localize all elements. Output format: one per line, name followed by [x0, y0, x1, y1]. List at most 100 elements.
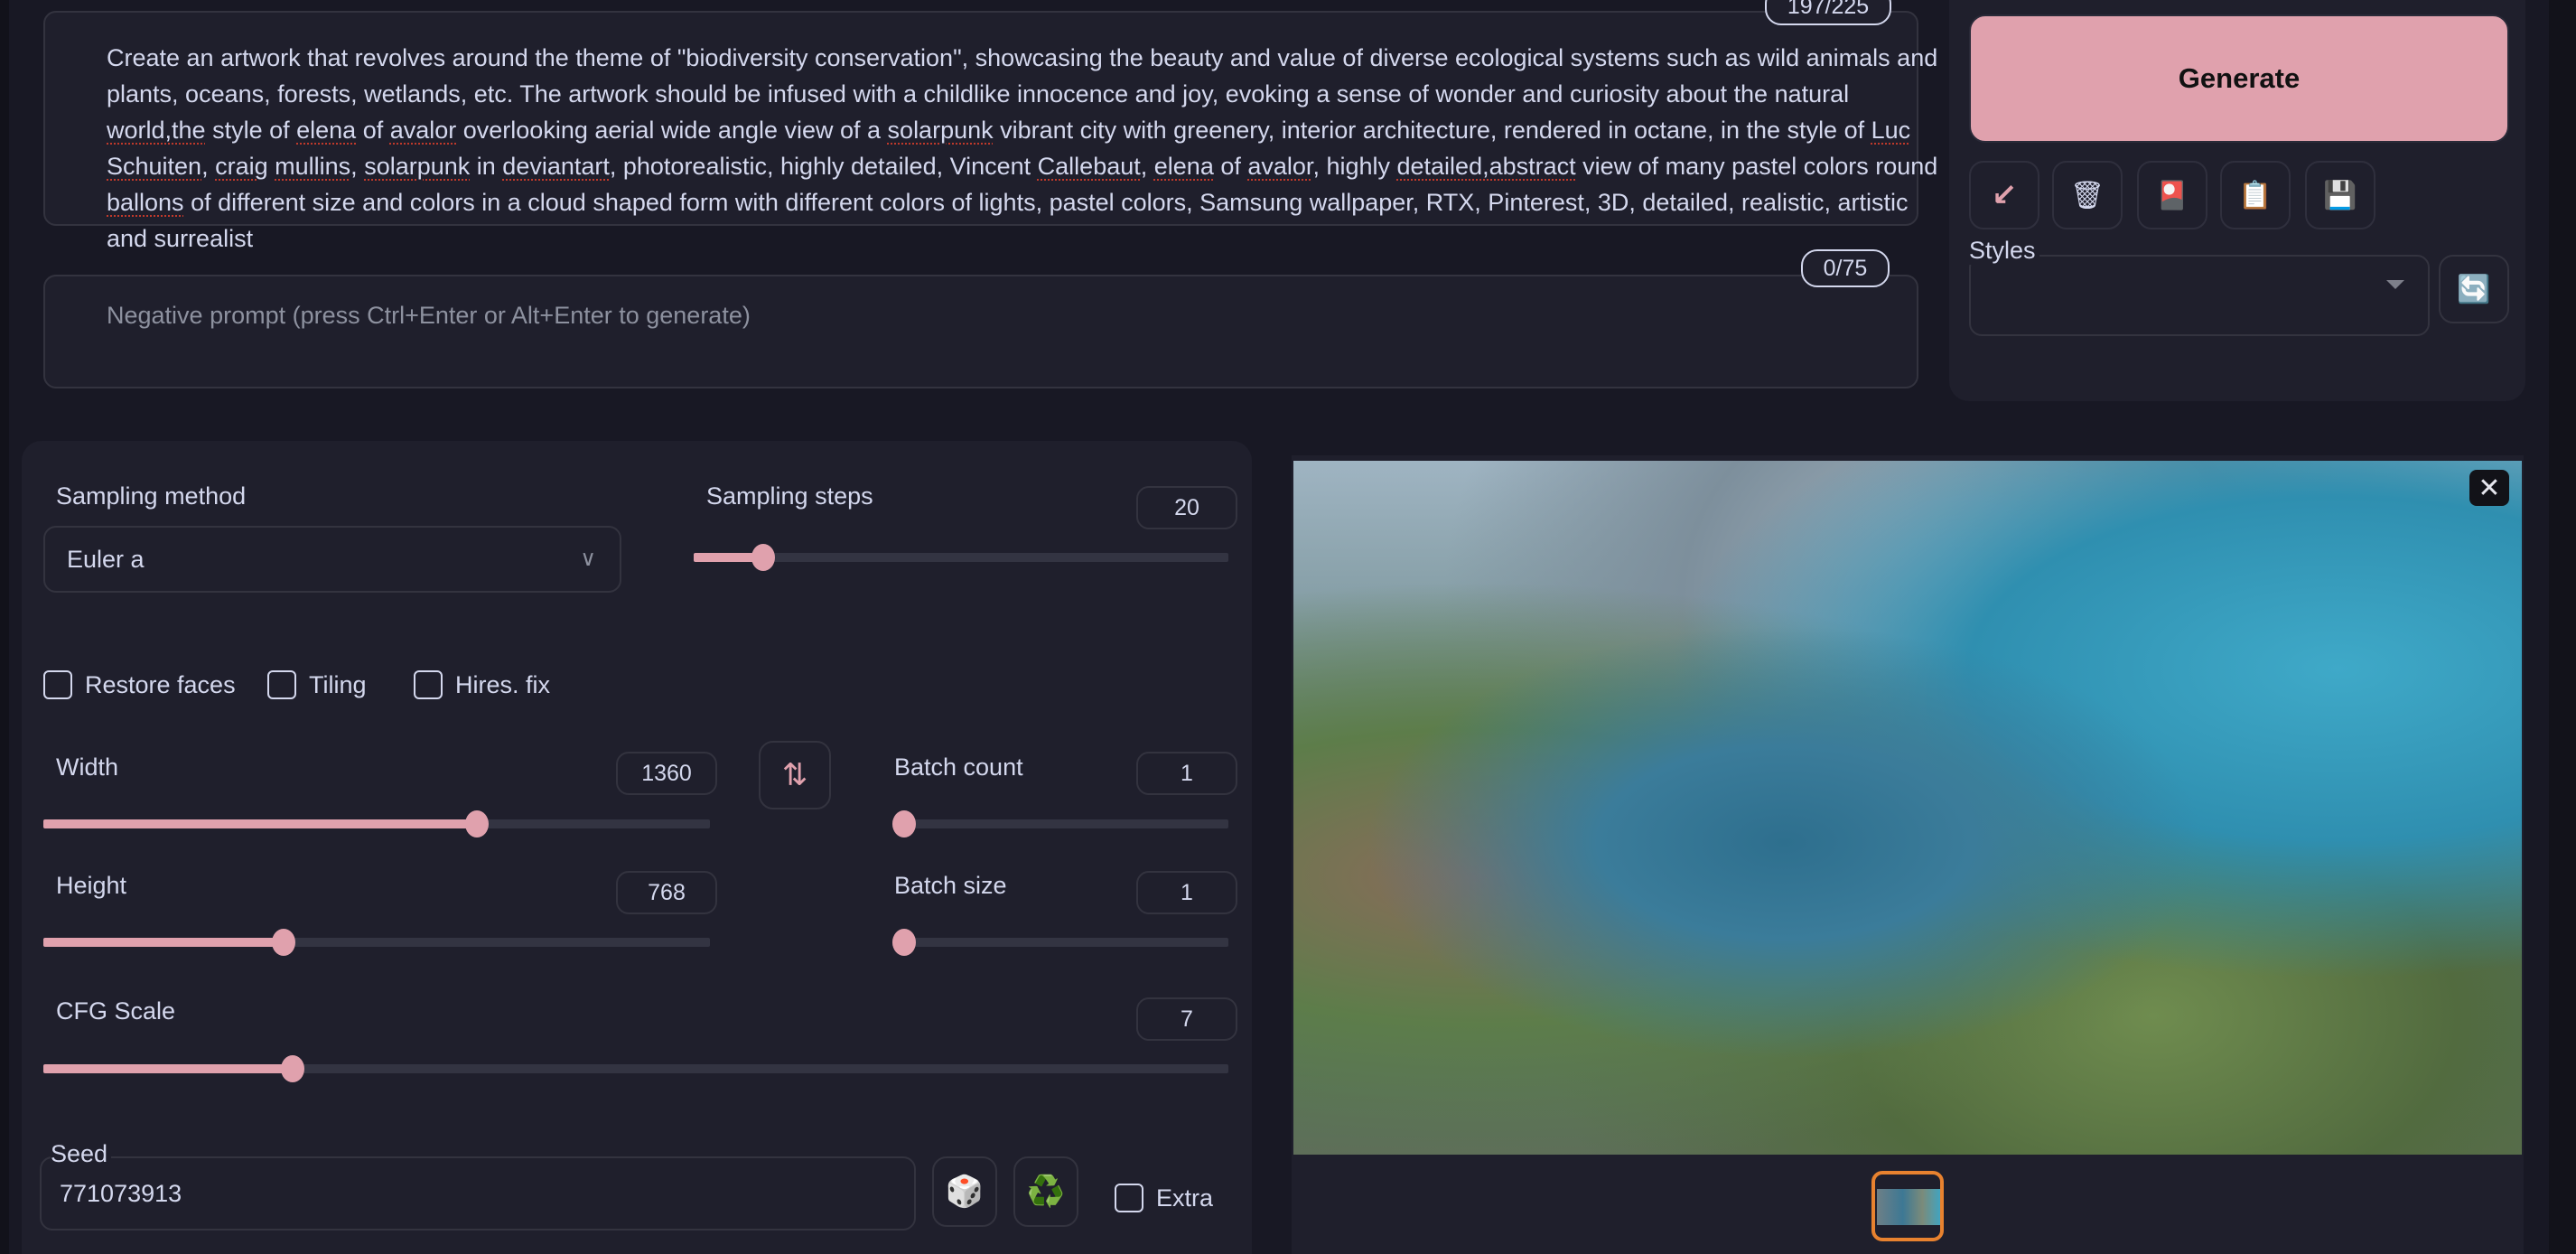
- prompt-segment: Create an artwork that revolves around t…: [107, 44, 1938, 108]
- sampling-method-value: Euler a: [67, 546, 145, 573]
- generated-image[interactable]: [1293, 461, 2522, 1155]
- prompt-textarea[interactable]: Create an artwork that revolves around t…: [43, 11, 1937, 252]
- batch-size-slider[interactable]: [892, 929, 1228, 956]
- sampling-steps-label: Sampling steps: [706, 482, 873, 510]
- misspelled-word: elena: [1153, 153, 1214, 180]
- dice-icon: 🎲: [945, 1174, 985, 1209]
- seed-label: Seed: [51, 1140, 112, 1168]
- prompt-segment: of different size and colors in a cloud …: [107, 189, 1909, 252]
- slider-thumb[interactable]: [892, 929, 916, 956]
- dropdown-arrow-icon: [2386, 280, 2404, 289]
- slider-fill: [43, 938, 284, 947]
- hires-fix-label: Hires. fix: [455, 670, 551, 698]
- height-input[interactable]: 768: [616, 871, 717, 914]
- width-label: Width: [56, 753, 119, 781]
- random-seed-button[interactable]: 🎲: [932, 1156, 997, 1227]
- sampling-steps-slider[interactable]: [694, 544, 1228, 571]
- close-image-button[interactable]: ✕: [2469, 470, 2509, 506]
- clipboard-icon: 📋: [2238, 180, 2273, 211]
- save-style-button[interactable]: 💾: [2305, 161, 2375, 229]
- cfg-scale-label: CFG Scale: [56, 997, 176, 1025]
- misspelled-word: elena: [296, 117, 357, 144]
- prompt-segment: ,: [201, 153, 216, 180]
- chevron-down-icon: ∨: [580, 547, 596, 571]
- negative-prompt-textarea[interactable]: Negative prompt (press Ctrl+Enter or Alt…: [43, 275, 1918, 388]
- checkbox-hires-fix[interactable]: Hires. fix: [414, 670, 550, 699]
- cfg-scale-slider[interactable]: [43, 1055, 1228, 1082]
- prompt-segment: ,: [1140, 153, 1154, 180]
- height-slider[interactable]: [43, 929, 710, 956]
- prompt-segment: of: [356, 117, 390, 144]
- prompt-segment: ,: [350, 153, 365, 180]
- seed-input[interactable]: 771073913: [40, 1156, 916, 1231]
- misspelled-word: mullins: [275, 153, 351, 180]
- reuse-seed-button[interactable]: ♻️: [1013, 1156, 1078, 1227]
- prompt-segment: vibrant city with greenery, interior arc…: [993, 117, 1871, 144]
- styles-dropdown[interactable]: [1969, 255, 2430, 336]
- prompt-segment: style of: [205, 117, 297, 144]
- refresh-icon: 🔄: [2457, 274, 2491, 304]
- prompt-segment: , photorealistic, highly detailed, Vince…: [609, 153, 1038, 180]
- card-icon: 🎴: [2155, 180, 2189, 211]
- apply-style-button[interactable]: 📋: [2220, 161, 2291, 229]
- prompt-text: Create an artwork that revolves around t…: [107, 40, 1949, 257]
- extra-checkbox[interactable]: [1115, 1184, 1143, 1212]
- misspelled-word: craig: [215, 153, 268, 180]
- misspelled-word: avalor: [1247, 153, 1313, 180]
- cfg-scale-input[interactable]: 7: [1136, 997, 1237, 1041]
- prompt-segment: [268, 153, 275, 180]
- misspelled-word: ballons: [107, 189, 184, 216]
- slider-fill: [43, 1064, 293, 1073]
- prompt-segment: , highly: [1312, 153, 1397, 180]
- checkbox-extra[interactable]: Extra: [1115, 1184, 1213, 1212]
- prompt-token-counter: 197/225: [1765, 0, 1891, 25]
- checkbox-tiling[interactable]: Tiling: [267, 670, 367, 699]
- tiling-label: Tiling: [309, 670, 367, 698]
- recycle-icon: ♻️: [1026, 1174, 1066, 1209]
- clear-prompt-button[interactable]: 🗑: [2052, 161, 2123, 229]
- gallery-thumbnail[interactable]: [1871, 1171, 1944, 1241]
- slider-thumb[interactable]: [280, 1055, 304, 1082]
- misspelled-word: avalor: [389, 117, 457, 144]
- batch-count-input[interactable]: 1: [1136, 752, 1237, 795]
- batch-size-input[interactable]: 1: [1136, 871, 1237, 914]
- batch-count-label: Batch count: [894, 753, 1023, 781]
- misspelled-word: detailed,abstract: [1396, 153, 1576, 180]
- trash-icon: 🗑: [2069, 180, 2105, 211]
- width-slider[interactable]: [43, 810, 710, 838]
- misspelled-word: solarpunk: [364, 153, 471, 180]
- slider-thumb[interactable]: [892, 810, 916, 838]
- sampling-method-label: Sampling method: [56, 482, 247, 510]
- extra-networks-button[interactable]: 🎴: [2137, 161, 2207, 229]
- restore-faces-checkbox[interactable]: [43, 670, 72, 699]
- prompt-segment: overlooking aerial wide angle view of a: [456, 117, 888, 144]
- swap-dimensions-button[interactable]: ⇅: [759, 741, 831, 809]
- prompt-segment: of: [1213, 153, 1248, 180]
- prompt-segment: in: [470, 153, 503, 180]
- negative-prompt-placeholder: Negative prompt (press Ctrl+Enter or Alt…: [107, 302, 751, 329]
- batch-count-slider[interactable]: [892, 810, 1228, 838]
- sampling-steps-input[interactable]: 20: [1136, 486, 1237, 529]
- close-icon: ✕: [2478, 473, 2501, 503]
- swap-arrows-icon: ⇅: [781, 758, 808, 792]
- slider-thumb[interactable]: [464, 810, 489, 838]
- thumbnail-image: [1877, 1189, 1940, 1225]
- restore-faces-label: Restore faces: [85, 670, 236, 698]
- width-input[interactable]: 1360: [616, 752, 717, 795]
- refresh-styles-button[interactable]: 🔄: [2439, 255, 2509, 323]
- slider-thumb[interactable]: [751, 544, 775, 571]
- left-gutter: [0, 0, 9, 1254]
- styles-label: Styles: [1969, 237, 2039, 265]
- tiling-checkbox[interactable]: [267, 670, 296, 699]
- misspelled-word: world,the: [107, 117, 206, 144]
- hires-fix-checkbox[interactable]: [414, 670, 443, 699]
- read-params-button[interactable]: ↙: [1969, 161, 2039, 229]
- batch-size-label: Batch size: [894, 872, 1007, 899]
- sampling-method-dropdown[interactable]: Euler a ∨: [43, 526, 621, 593]
- arrow-down-left-icon: ↙: [1991, 178, 2018, 212]
- floppy-disk-icon: 💾: [2323, 180, 2357, 211]
- generate-button[interactable]: Generate: [1969, 14, 2509, 143]
- right-gutter: [2549, 0, 2576, 1254]
- slider-thumb[interactable]: [271, 929, 295, 956]
- checkbox-restore-faces[interactable]: Restore faces: [43, 670, 236, 699]
